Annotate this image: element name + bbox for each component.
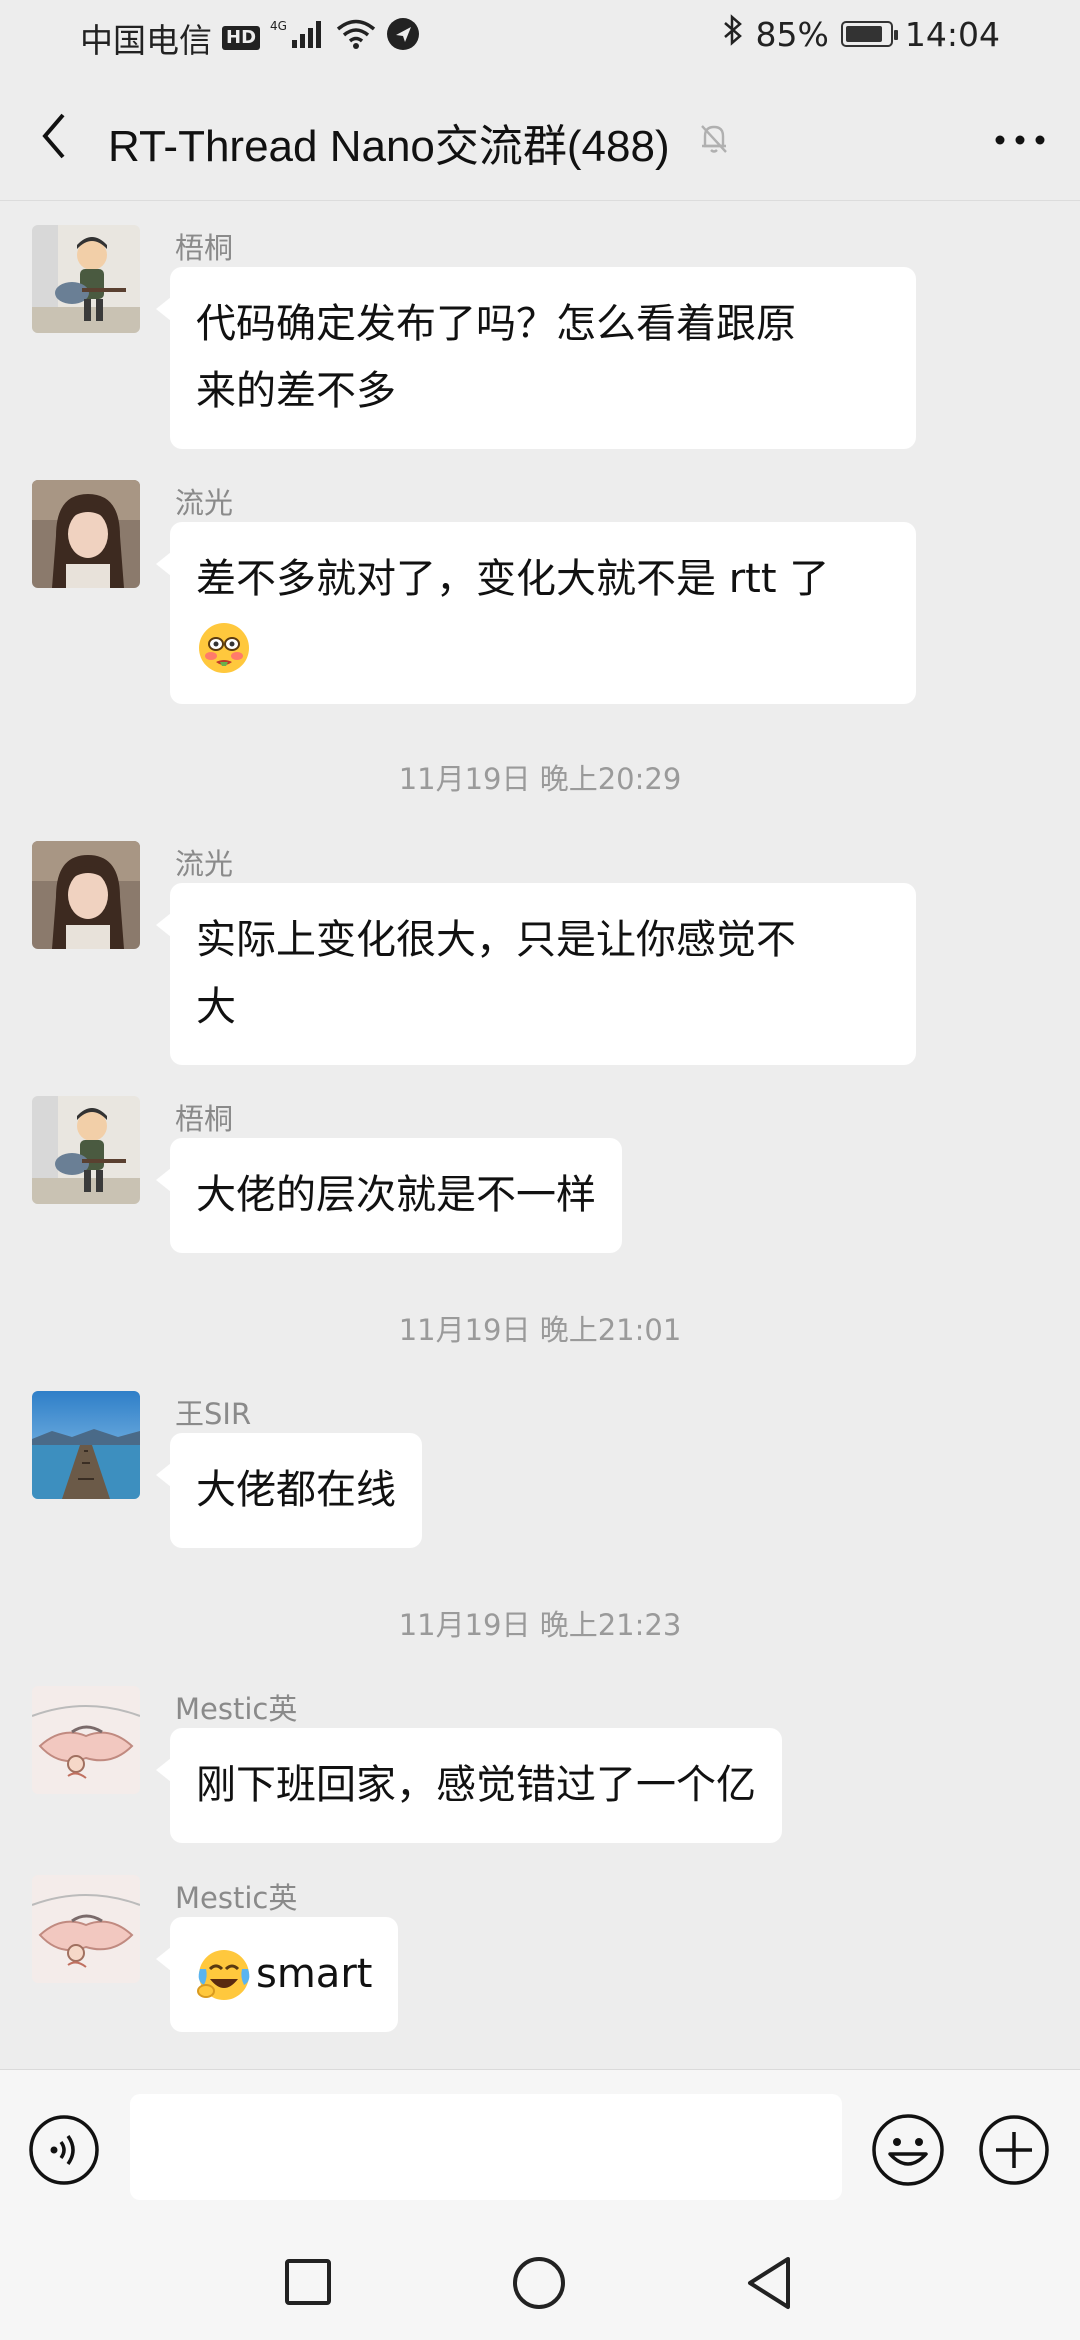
nav-back-button[interactable] xyxy=(744,2255,794,2311)
message-bubble[interactable]: smart xyxy=(155,1917,399,2032)
message-bubble[interactable]: 实际上变化很大，只是让你感觉不 大 xyxy=(156,883,916,1065)
message-bubble[interactable]: 大佬的层次就是不一样 xyxy=(156,1138,622,1253)
avatar[interactable] xyxy=(32,480,140,588)
carrier-label: 中国电信 xyxy=(80,21,212,60)
system-nav-bar xyxy=(0,2223,1080,2340)
avatar[interactable] xyxy=(32,1875,140,1983)
avatar[interactable] xyxy=(32,1391,140,1499)
chevron-left-icon xyxy=(42,113,65,159)
message-timestamp: 11月19日 晚上21:01 xyxy=(398,1313,682,1347)
message-text: 实际上变化很大，只是让你感觉不 xyxy=(196,917,796,963)
avatar[interactable] xyxy=(32,1096,140,1204)
message-input[interactable] xyxy=(130,2094,842,2200)
message-bubble[interactable]: 代码确定发布了吗？怎么看着跟原 来的差不多 xyxy=(156,267,916,449)
clock: 14:04 xyxy=(904,14,1000,54)
message-bubble[interactable]: 差不多就对了，变化大就不是 rtt 了 xyxy=(156,522,916,704)
input-bar xyxy=(0,2069,1080,2224)
battery-percent: 85% xyxy=(755,14,829,54)
message-text: 大佬的层次就是不一样 xyxy=(196,1172,596,1218)
message-text: 大 xyxy=(196,984,236,1030)
message-bubble[interactable]: 刚下班回家，感觉错过了一个亿 xyxy=(156,1728,782,1843)
message-bubble[interactable]: 大佬都在线 xyxy=(156,1433,422,1548)
woman-portrait-avatar xyxy=(32,841,140,949)
battery-fill xyxy=(845,26,882,42)
voice-input-button[interactable] xyxy=(28,2114,100,2186)
guitar-player-avatar xyxy=(32,225,140,333)
woman-portrait-avatar xyxy=(32,480,140,588)
battery-icon xyxy=(840,21,898,47)
message-text: 刚下班回家，感觉错过了一个亿 xyxy=(196,1762,756,1808)
message-timestamp: 11月19日 晚上21:23 xyxy=(398,1608,682,1642)
laughing-crying-emoji xyxy=(197,1949,250,2000)
message-text: 来的差不多 xyxy=(196,368,396,414)
message-text: smart xyxy=(256,1951,373,1997)
message-text: 代码确定发布了吗？怎么看着跟原 xyxy=(196,301,796,347)
sender-name: Mestic英 xyxy=(175,1692,298,1726)
cartoon-sketch-avatar xyxy=(32,1686,140,1794)
emoji-button[interactable] xyxy=(870,2112,946,2188)
sender-name: 梧桐 xyxy=(175,1102,234,1136)
bluetooth-icon xyxy=(722,14,744,54)
message-text: 大佬都在线 xyxy=(196,1467,396,1513)
sender-name: 王SIR xyxy=(175,1397,252,1431)
hd-badge: HD xyxy=(222,26,261,50)
bell-muted-icon xyxy=(701,125,727,153)
sender-name: 流光 xyxy=(175,486,234,520)
message-timestamp: 11月19日 晚上20:29 xyxy=(398,762,682,796)
location-icon xyxy=(386,17,420,59)
cartoon-sketch-avatar xyxy=(32,1875,140,1983)
chat-header: RT-Thread Nano交流群(488) xyxy=(0,72,1080,201)
recent-apps-button[interactable] xyxy=(284,2258,332,2306)
chat-title[interactable]: RT-Thread Nano交流群(488) xyxy=(108,110,670,174)
message-text: 差不多就对了，变化大就不是 rtt 了 xyxy=(196,556,830,602)
signal-icon: 4G xyxy=(270,18,326,58)
back-button[interactable] xyxy=(30,108,78,164)
avatar[interactable] xyxy=(32,225,140,333)
blushing-face-emoji xyxy=(199,623,249,673)
message-list[interactable]: 梧桐 代码确定发布了吗？怎么看着跟原 来的差不多 流光 差不多就对了，变化大就不… xyxy=(0,201,1080,2069)
more-options-button[interactable] xyxy=(990,120,1050,160)
home-button[interactable] xyxy=(512,2256,566,2310)
sender-name: 流光 xyxy=(175,847,234,881)
more-dots-icon xyxy=(995,135,1045,145)
network-type-label: 4G xyxy=(270,19,287,33)
avatar[interactable] xyxy=(32,841,140,949)
sender-name: 梧桐 xyxy=(175,231,234,265)
status-bar: 中国电信 HD 4G 85% 14:04 xyxy=(0,0,1080,72)
avatar[interactable] xyxy=(32,1686,140,1794)
guitar-player-avatar xyxy=(32,1096,140,1204)
sender-name: Mestic英 xyxy=(175,1881,298,1915)
add-attachment-button[interactable] xyxy=(978,2114,1050,2186)
wifi-icon xyxy=(336,18,376,58)
lake-pier-avatar xyxy=(32,1391,140,1499)
